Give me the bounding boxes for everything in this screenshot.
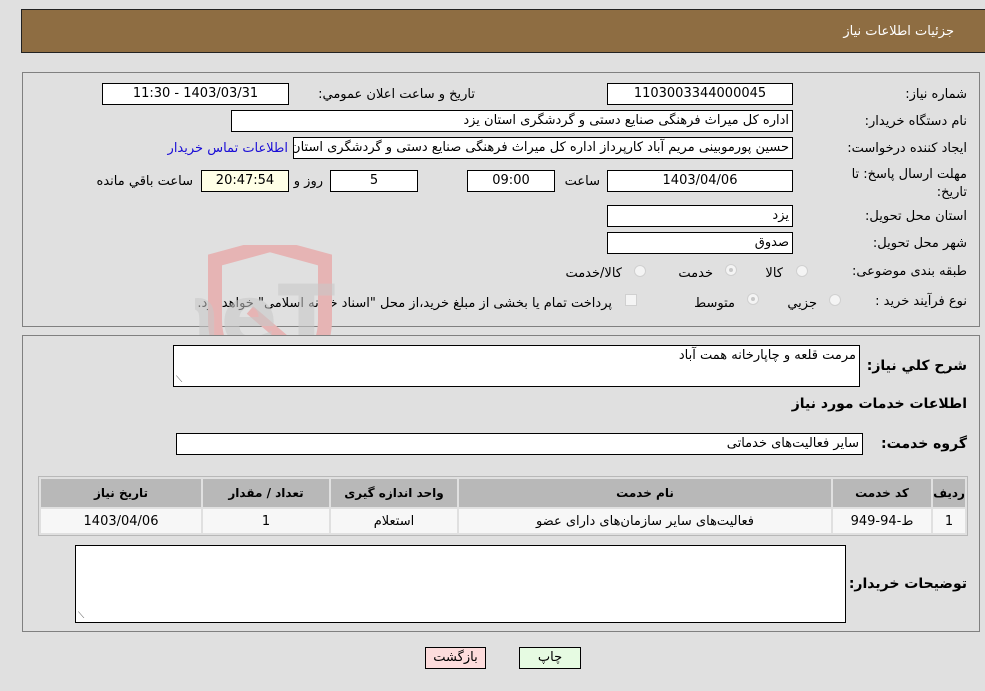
announce-date-field: 1403/03/31 - 11:30 [102,83,289,105]
table-row: 1 ط-94-949 فعالیت‌های سایر سازمان‌های دا… [41,509,965,533]
col-header-quantity: تعداد / مقدار [203,479,329,507]
purchase-type-label: نوع فرآیند خرید : [875,294,967,309]
announce-date-label: تاریخ و ساعت اعلان عمومي: [318,87,475,102]
services-table: ردیف کد خدمت نام خدمت واحد اندازه گیری ت… [38,476,968,536]
col-header-row-number: ردیف [933,479,965,507]
cell-quantity: 1 [203,509,329,533]
city-field: صدوق [607,232,793,254]
days-label: روز و [293,174,323,189]
description-text: مرمت قلعه و چاپارخانه همت آباد [678,348,856,363]
requester-label: ایجاد کننده درخواست: [847,141,967,156]
col-header-need-date: تاریخ نیاز [41,479,201,507]
remaining-time-field: 20:47:54 [201,170,289,192]
back-button[interactable]: بازگشت [425,647,486,669]
treasury-note: پرداخت تمام یا بخشی از مبلغ خرید،از محل … [197,296,612,311]
buyer-notes-label: توضیحات خریدار: [848,576,967,592]
remaining-days-field: 5 [330,170,418,192]
deadline-time-label: ساعت [564,174,600,189]
category-radio-goods[interactable] [796,265,808,277]
cell-row-number: 1 [933,509,965,533]
need-number-field: 1103003344000045 [607,83,793,105]
description-label: شرح کلي نیاز: [866,358,967,374]
category-option-goods-service: کالا/خدمت [565,266,622,281]
purchase-type-radio-minor[interactable] [829,294,841,306]
page-header: جزئیات اطلاعات نیاز [21,9,985,53]
purchase-type-option-minor: جزيي [787,296,817,311]
deadline-label: مهلت ارسال پاسخ: تا تاریخ: [851,167,967,200]
cell-service-name: فعالیت‌های سایر سازمان‌های دارای عضو [459,509,831,533]
col-header-unit: واحد اندازه گیری [331,479,457,507]
purchase-type-radio-medium[interactable] [747,293,759,305]
category-option-service: خدمت [678,266,713,281]
remaining-time-label: ساعت باقي مانده [96,174,193,189]
buyer-org-label: نام دستگاه خریدار: [864,114,967,129]
resize-grip-icon[interactable]: ⟋ [176,375,182,385]
services-heading: اطلاعات خدمات مورد نیاز [791,396,967,412]
requester-field: حسین پورموبینی مریم آباد کارپرداز اداره … [293,137,793,159]
treasury-checkbox[interactable] [625,294,637,306]
purchase-type-option-medium: متوسط [694,296,735,311]
category-radio-goods-service[interactable] [634,265,646,277]
cell-service-code: ط-94-949 [833,509,931,533]
buyer-notes-textarea[interactable]: ⟋ [75,545,846,623]
deadline-time-field: 09:00 [467,170,555,192]
resize-grip-icon[interactable]: ⟋ [78,611,84,621]
service-group-label: گروه خدمت: [881,436,967,452]
cell-unit: استعلام [331,509,457,533]
need-number-label: شماره نیاز: [905,87,967,102]
description-textarea[interactable]: مرمت قلعه و چاپارخانه همت آباد ⟋ [173,345,860,387]
table-header-row: ردیف کد خدمت نام خدمت واحد اندازه گیری ت… [41,479,965,507]
category-label: طبقه بندی موضوعی: [851,264,967,279]
col-header-service-code: کد خدمت [833,479,931,507]
cell-need-date: 1403/04/06 [41,509,201,533]
deadline-date-field: 1403/04/06 [607,170,793,192]
province-label: استان محل تحویل: [865,209,967,224]
category-option-goods: کالا [765,266,783,281]
print-button[interactable]: چاپ [519,647,581,669]
buyer-contact-link[interactable]: اطلاعات تماس خریدار [168,141,288,156]
page-title: جزئیات اطلاعات نیاز [843,24,954,39]
category-radio-service[interactable] [725,264,737,276]
buyer-org-field: اداره کل میراث فرهنگی صنایع دستی و گردشگ… [231,110,793,132]
city-label: شهر محل تحویل: [872,236,967,251]
province-field: یزد [607,205,793,227]
col-header-service-name: نام خدمت [459,479,831,507]
service-group-field: سایر فعالیت‌های خدماتی [176,433,863,455]
